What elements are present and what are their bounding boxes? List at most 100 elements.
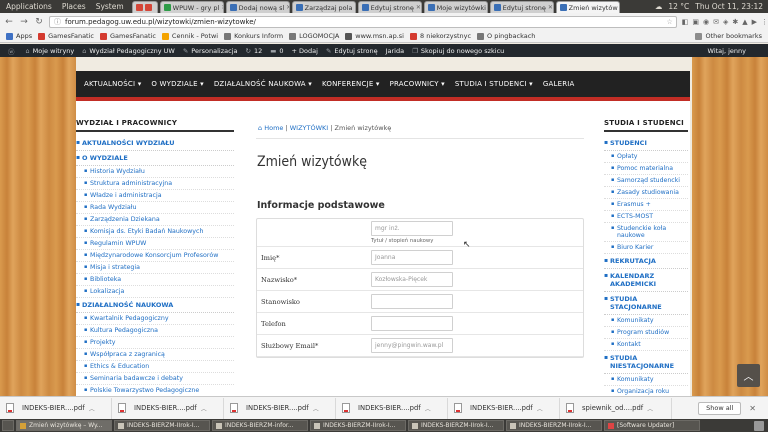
chevron-up-icon[interactable]: ︿ — [201, 404, 207, 413]
show-desktop-button[interactable] — [2, 420, 14, 431]
forward-icon[interactable]: → — [18, 17, 30, 27]
nav-item[interactable]: PRACOWNICY ▾ — [390, 80, 445, 88]
taskbar-item[interactable]: INDEKS-BIERZM-IIrok-I... — [114, 420, 210, 431]
scroll-to-top-button[interactable]: ︿ — [737, 364, 760, 387]
site-name-link[interactable]: ⌂ Wydział Pedagogiczny UW — [82, 47, 175, 55]
taskbar-item[interactable]: INDEKS-BIERZM-IIrok-I... — [506, 420, 602, 431]
close-icon[interactable]: ✕ — [546, 4, 553, 11]
sidebar-item[interactable]: Zarządzenia Dziekana — [76, 214, 234, 226]
address-bar[interactable]: ⓘ forum.pedagog.uw.edu.pl/wizytowki/zmie… — [49, 16, 677, 28]
info-icon[interactable]: ⓘ — [54, 17, 61, 27]
close-icon[interactable]: ✕ — [352, 4, 355, 11]
sidebar-item[interactable]: Międzynarodowe Konsorcjum Profesorów — [76, 250, 234, 262]
extension-icon[interactable]: ✉ — [713, 18, 719, 26]
bookmark-item[interactable]: O pingbackach — [477, 32, 535, 40]
nav-item[interactable]: DZIAŁALNOŚĆ NAUKOWA ▾ — [214, 80, 312, 88]
wp-logo[interactable]: ⓦ — [8, 46, 18, 56]
download-item[interactable]: INDEKS-BIER....pdf ︿ — [448, 397, 560, 419]
sidebar-item[interactable]: ECTS-MOST — [604, 211, 688, 223]
comments-link[interactable]: ▬ 0 — [270, 47, 283, 55]
sidebar-item[interactable]: Studenckie koła naukowe — [604, 223, 688, 242]
taskbar-item[interactable]: [Software Updater] — [604, 420, 700, 431]
sidebar-item[interactable]: Rada Wydziału — [76, 202, 234, 214]
sidebar-item[interactable]: Struktura administracyjna — [76, 178, 234, 190]
chevron-up-icon[interactable]: ︿ — [647, 404, 653, 413]
system-menu[interactable]: System — [96, 2, 124, 11]
sidebar-item[interactable]: Kwartalnik Pedagogiczny — [76, 313, 234, 325]
close-icon[interactable]: ✕ — [284, 4, 288, 11]
bookmark-star-icon[interactable]: ☆ — [666, 18, 672, 26]
sidebar-item[interactable]: Pomoc materialna — [604, 163, 688, 175]
nav-item[interactable]: GALERIA — [543, 80, 575, 88]
download-item[interactable]: spiewnik_od....pdf ︿ — [560, 397, 672, 419]
sidebar-item[interactable]: Władze i administracja — [76, 190, 234, 202]
sidebar-section[interactable]: STUDIA NIESTACJONARNE — [604, 351, 688, 374]
chevron-up-icon[interactable]: ︿ — [313, 404, 319, 413]
position-input[interactable] — [371, 294, 453, 309]
sidebar-section[interactable]: AKTUALNOŚCI WYDZIAŁU — [76, 136, 234, 151]
sidebar-section[interactable]: KALENDARZ AKADEMICKI — [604, 269, 688, 292]
new-content-link[interactable]: + Dodaj — [292, 47, 318, 55]
customize-link[interactable]: ✎ Personalizacja — [183, 47, 238, 55]
back-icon[interactable]: ← — [3, 17, 15, 27]
tab-item[interactable]: Zmień wizytów✕ — [555, 1, 620, 13]
nav-item[interactable]: KONFERENCJE ▾ — [322, 80, 380, 88]
tab-item[interactable]: Dodaj nową sl✕ — [225, 1, 290, 13]
account-greeting[interactable]: Witaj, jenny — [708, 47, 746, 55]
bookmark-item[interactable]: Cennik - Potwi — [161, 32, 218, 40]
menu-icon[interactable]: ⋮ — [761, 18, 768, 26]
nav-item[interactable]: AKTUALNOŚCI ▾ — [84, 80, 141, 88]
tab-item[interactable]: Edytuj stronę ✕ — [489, 1, 554, 13]
clock[interactable]: Thu Oct 11, 23:12 — [695, 2, 763, 11]
download-item[interactable]: INDEKS-BIER....pdf ︿ — [224, 397, 336, 419]
sidebar-item[interactable]: Opłaty — [604, 151, 688, 163]
copy-draft-link[interactable]: ❐ Skopiuj do nowego szkicu — [412, 47, 504, 55]
bookmark-item[interactable]: www.msn.ap.si — [345, 32, 404, 40]
bookmark-item[interactable]: LOGOMOCJA — [289, 32, 339, 40]
sidebar-item[interactable]: Ethics & Education — [76, 361, 234, 373]
bookmark-apps[interactable]: Apps — [6, 32, 32, 40]
taskbar-item[interactable]: INDEKS-BIERZM-IIrok-I... — [408, 420, 504, 431]
extension-icon[interactable]: ▲ — [742, 18, 747, 26]
taskbar-item[interactable]: INDEKS-BIERZM-IIrok-I... — [310, 420, 406, 431]
sidebar-item[interactable]: Projekty — [76, 337, 234, 349]
bookmark-item[interactable]: Konkurs Inform — [224, 32, 283, 40]
edit-page-link[interactable]: ✎ Edytuj stronę — [326, 47, 378, 55]
places-menu[interactable]: Places — [62, 2, 86, 11]
taskbar-item[interactable]: Zmień wizytówkę – Wy... — [16, 420, 112, 431]
breadcrumb-home[interactable]: Home — [264, 124, 283, 132]
bookmark-item[interactable]: GamesFanatic — [100, 32, 156, 40]
sidebar-item[interactable]: Lokalizacja — [76, 286, 234, 298]
extension-icon[interactable]: ◧ — [682, 18, 689, 26]
updates-link[interactable]: ↻ 12 — [246, 47, 263, 55]
tab-item[interactable]: Edytuj stronę ✕ — [357, 1, 422, 13]
download-item[interactable]: INDEKS-BIER....pdf ︿ — [112, 397, 224, 419]
close-icon[interactable]: ✕ — [618, 4, 619, 11]
sidebar-section[interactable]: REKRUTACJA — [604, 254, 688, 269]
sidebar-item[interactable]: Kontakt — [604, 339, 688, 351]
close-icon[interactable]: ✕ — [749, 404, 756, 413]
sidebar-item[interactable]: Regulamin WPUW — [76, 238, 234, 250]
trash-icon[interactable] — [754, 420, 764, 431]
extension-icon[interactable]: ▣ — [692, 18, 699, 26]
sidebar-item[interactable]: Erasmus + — [604, 199, 688, 211]
close-icon[interactable]: ✕ — [219, 4, 222, 11]
nav-item[interactable]: STUDIA I STUDENCI ▾ — [455, 80, 533, 88]
taskbar-item[interactable]: INDEKS-BIERZM-infor... — [212, 420, 308, 431]
show-all-downloads-button[interactable]: Show all — [698, 401, 742, 415]
extension-icon[interactable]: ◉ — [703, 18, 709, 26]
reload-icon[interactable]: ↻ — [33, 17, 45, 27]
tab-gmail[interactable] — [131, 1, 158, 13]
bookmark-item[interactable]: GamesFanatic — [38, 32, 94, 40]
breadcrumb-wizytowki[interactable]: WIZYTÓWKI — [290, 124, 328, 132]
my-sites-link[interactable]: ⌂ Moje witryny — [26, 47, 75, 55]
sidebar-section[interactable]: O WYDZIALE — [76, 151, 234, 166]
academic-title-input[interactable]: mgr inż. — [371, 221, 453, 236]
last-name-input[interactable]: Kozłowska-Pięcek — [371, 272, 453, 287]
extension-icon[interactable]: ◈ — [723, 18, 728, 26]
sidebar-item[interactable]: Współpraca z zagranicą — [76, 349, 234, 361]
chevron-up-icon[interactable]: ︿ — [89, 404, 95, 413]
bookmark-item[interactable]: 8 niekorzystnyc — [410, 32, 471, 40]
tab-item[interactable]: WPUW - gry pl✕ — [159, 1, 224, 13]
close-icon[interactable]: ✕ — [414, 4, 421, 11]
